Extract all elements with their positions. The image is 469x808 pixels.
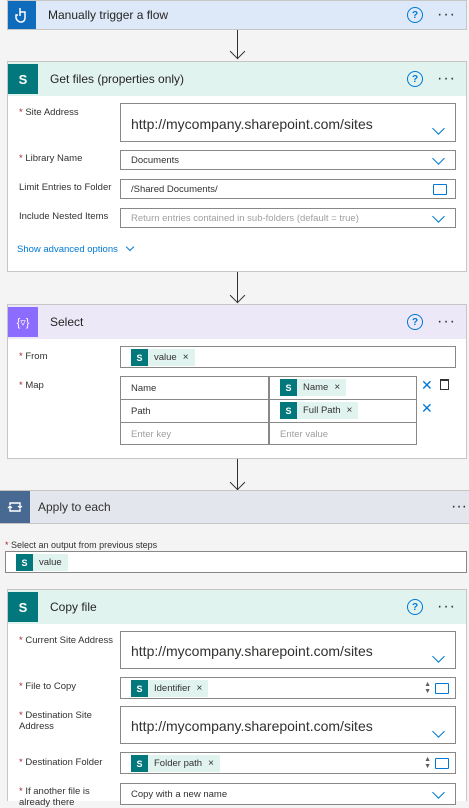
connector-arrow-icon xyxy=(229,287,246,304)
sharepoint-icon: S xyxy=(16,554,33,571)
remove-token-icon[interactable]: × xyxy=(183,352,189,363)
remove-row-icon[interactable]: ✕ xyxy=(421,400,433,417)
select-card: {▿} Select ? ··· * From S value × * Map N… xyxy=(7,304,467,459)
folder-icon[interactable] xyxy=(435,758,449,769)
remove-token-icon[interactable]: × xyxy=(208,758,214,769)
sharepoint-icon: S xyxy=(280,402,297,419)
library-name-dropdown[interactable]: Documents xyxy=(120,150,456,170)
get-files-card: S Get files (properties only) ? ··· * Si… xyxy=(7,61,467,272)
map-value-cell[interactable]: S Full Path × xyxy=(269,399,417,423)
chevron-down-icon[interactable] xyxy=(432,210,445,223)
file-to-copy-label: * File to Copy xyxy=(19,681,77,692)
copy-file-title[interactable]: Copy file xyxy=(50,600,407,614)
select-output-input[interactable]: S value xyxy=(5,551,467,573)
limit-folder-input[interactable]: /Shared Documents/ xyxy=(120,179,456,199)
chevron-down-icon[interactable] xyxy=(432,650,445,663)
dest-folder-label: * Destination Folder xyxy=(19,757,103,768)
identifier-token[interactable]: S Identifier × xyxy=(131,680,209,697)
connector-arrow-icon xyxy=(229,474,246,491)
sharepoint-icon: S xyxy=(131,680,148,697)
current-site-label: * Current Site Address xyxy=(19,635,113,646)
name-token[interactable]: S Name × xyxy=(280,379,347,396)
dest-site-label: * Destination Site Address xyxy=(19,710,92,732)
chevron-down-icon[interactable] xyxy=(432,122,445,135)
more-options-icon[interactable]: ··· xyxy=(437,314,456,330)
help-icon[interactable]: ? xyxy=(407,599,424,615)
file-to-copy-input[interactable]: S Identifier × ▲ ▼ xyxy=(120,677,456,699)
connector-arrow-icon xyxy=(229,43,246,60)
show-advanced-options-link[interactable]: Show advanced options xyxy=(17,242,134,255)
chevron-down-icon[interactable] xyxy=(432,725,445,738)
map-value-input[interactable]: Enter value xyxy=(269,422,417,445)
full-path-token[interactable]: S Full Path × xyxy=(280,402,359,419)
more-options-icon[interactable]: ··· xyxy=(437,7,456,23)
from-input[interactable]: S value × xyxy=(120,346,456,368)
more-options-icon[interactable]: ··· xyxy=(437,71,456,87)
current-site-input[interactable]: http://mycompany.sharepoint.com/sites xyxy=(120,631,456,669)
remove-row-icon[interactable]: ✕ xyxy=(421,377,433,394)
sharepoint-icon: S xyxy=(8,64,38,94)
trigger-title: Manually trigger a flow xyxy=(48,8,169,22)
more-options-icon[interactable]: ··· xyxy=(437,599,456,615)
sharepoint-icon: S xyxy=(8,592,38,622)
map-value-cell[interactable]: S Name × xyxy=(269,376,417,400)
library-name-label: * Library Name xyxy=(19,153,83,164)
trigger-card[interactable]: Manually trigger a flow ? ··· xyxy=(7,0,467,30)
copy-file-card: S Copy file ? ··· * Current Site Address… xyxy=(7,589,467,808)
map-key-cell[interactable]: Name xyxy=(120,376,269,400)
nested-items-dropdown[interactable]: Return entries contained in sub-folders … xyxy=(120,208,456,228)
folder-path-token[interactable]: S Folder path × xyxy=(131,755,220,772)
chevron-down-icon xyxy=(125,242,134,252)
folder-icon[interactable] xyxy=(435,683,449,694)
apply-to-each-title: Apply to each xyxy=(38,500,111,514)
limit-folder-label: Limit Entries to Folder xyxy=(19,182,112,193)
site-address-input[interactable]: http://mycompany.sharepoint.com/sites xyxy=(120,103,456,142)
if-exists-dropdown[interactable]: Copy with a new name xyxy=(120,783,456,805)
remove-token-icon[interactable]: × xyxy=(196,683,202,694)
remove-token-icon[interactable]: × xyxy=(347,405,353,416)
help-icon[interactable]: ? xyxy=(407,7,424,23)
help-icon[interactable]: ? xyxy=(407,314,424,330)
data-operation-icon: {▿} xyxy=(8,307,38,337)
help-icon[interactable]: ? xyxy=(407,71,424,87)
from-token[interactable]: S value × xyxy=(131,349,195,366)
sharepoint-icon: S xyxy=(131,349,148,366)
dest-folder-input[interactable]: S Folder path × ▲ ▼ xyxy=(120,752,456,774)
spinner-icon[interactable]: ▲ ▼ xyxy=(424,756,431,770)
apply-to-each-header[interactable]: Apply to each ··· xyxy=(0,490,469,524)
if-exists-label: * If another file is already there xyxy=(19,786,90,808)
remove-token-icon[interactable]: × xyxy=(334,382,340,393)
dest-site-input[interactable]: http://mycompany.sharepoint.com/sites xyxy=(120,706,456,744)
sharepoint-icon: S xyxy=(280,379,297,396)
nested-items-label: Include Nested Items xyxy=(19,211,109,222)
loop-icon xyxy=(0,491,30,523)
map-key-input[interactable]: Enter key xyxy=(120,422,269,445)
more-options-icon[interactable]: ··· xyxy=(451,498,467,516)
map-label: * Map xyxy=(19,380,44,391)
select-output-label: * Select an output from previous steps xyxy=(5,540,158,550)
hand-touch-icon xyxy=(8,1,36,29)
from-label: * From xyxy=(19,351,48,362)
get-files-title[interactable]: Get files (properties only) xyxy=(50,72,407,86)
chevron-down-icon[interactable] xyxy=(432,786,445,799)
value-token[interactable]: S value xyxy=(16,554,68,571)
site-address-label: * Site Address xyxy=(19,107,79,118)
sharepoint-icon: S xyxy=(131,755,148,772)
delete-icon[interactable] xyxy=(440,379,449,390)
spinner-icon[interactable]: ▲ ▼ xyxy=(424,681,431,695)
map-key-cell[interactable]: Path xyxy=(120,399,269,423)
select-title[interactable]: Select xyxy=(50,315,407,329)
chevron-down-icon[interactable] xyxy=(432,152,445,165)
folder-icon[interactable] xyxy=(433,184,447,195)
